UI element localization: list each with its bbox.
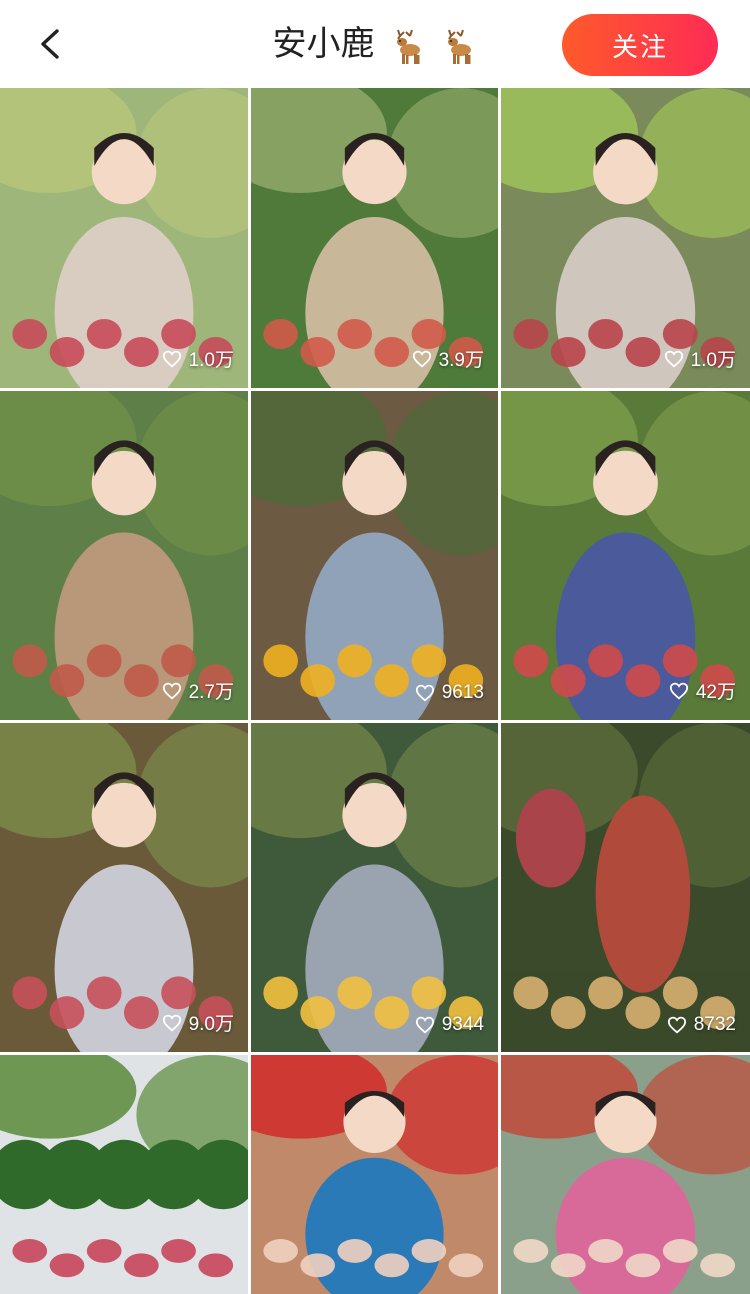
video-thumbnail[interactable]: 1.0万: [0, 88, 248, 388]
video-thumbnail[interactable]: 9.0万: [0, 723, 248, 1052]
profile-name: 安小鹿: [272, 25, 375, 63]
like-count-text: 1.0万: [188, 350, 234, 371]
like-count: 1.0万: [162, 345, 234, 372]
video-thumbnail-image: [501, 1055, 750, 1294]
like-count-text: 2.7万: [188, 682, 234, 703]
video-thumbnail-image: [251, 391, 498, 720]
heart-icon: [667, 1016, 686, 1034]
like-count-text: 3.9万: [438, 350, 484, 371]
like-count: 3.9万: [412, 345, 484, 372]
follow-button[interactable]: 关注: [562, 14, 718, 76]
heart-icon: [415, 684, 434, 702]
top-nav-bar: 安小鹿 关注: [0, 0, 750, 88]
video-thumbnail-image: [251, 723, 498, 1052]
video-thumbnail-image: [251, 88, 498, 388]
video-thumbnail-image: [501, 723, 750, 1052]
video-thumbnail-image: [501, 88, 750, 388]
video-thumbnail[interactable]: 1.0万: [501, 88, 750, 388]
deer-icon: [397, 29, 420, 65]
video-thumbnail[interactable]: 9344: [251, 723, 498, 1052]
like-count-text: 42万: [695, 682, 736, 703]
video-thumbnail-image: [0, 1055, 248, 1294]
video-thumbnail-image: [0, 723, 248, 1052]
video-thumbnail-image: [501, 391, 750, 720]
video-thumbnail[interactable]: [501, 1055, 750, 1294]
like-count-text: 9.0万: [188, 1014, 234, 1035]
heart-icon: [669, 682, 688, 700]
heart-icon: [162, 1014, 181, 1032]
heart-icon: [412, 350, 431, 368]
like-count: 9.0万: [162, 1009, 234, 1036]
like-count-text: 8732: [693, 1014, 736, 1035]
like-count-text: 9613: [441, 682, 484, 703]
like-count: 8732: [667, 1014, 736, 1036]
heart-icon: [664, 350, 683, 368]
video-thumbnail[interactable]: 3.9万: [251, 88, 498, 388]
video-thumbnail-image: [0, 391, 248, 720]
heart-icon: [162, 350, 181, 368]
video-thumbnail[interactable]: 8732: [501, 723, 750, 1052]
video-thumbnail[interactable]: 9613: [251, 391, 498, 720]
like-count: 9613: [415, 682, 484, 704]
like-count-text: 9344: [441, 1014, 484, 1035]
video-thumbnail-image: [0, 88, 248, 388]
heart-icon: [415, 1016, 434, 1034]
like-count-text: 1.0万: [690, 350, 736, 371]
heart-icon: [162, 682, 181, 700]
deer-icon: [448, 29, 472, 65]
like-count: 42万: [669, 677, 736, 704]
like-count: 1.0万: [664, 345, 736, 372]
video-thumbnail[interactable]: 2.7万: [0, 391, 248, 720]
video-thumbnail-image: [251, 1055, 498, 1294]
video-thumbnail[interactable]: [251, 1055, 498, 1294]
like-count: 9344: [415, 1014, 484, 1036]
video-thumbnail[interactable]: 42万: [501, 391, 750, 720]
video-grid: 1.0万 3.9万 1.0万 2.7万 9613 42万 9.0万 9344 8732: [0, 88, 750, 1294]
like-count: 2.7万: [162, 677, 234, 704]
video-thumbnail[interactable]: [0, 1055, 248, 1294]
